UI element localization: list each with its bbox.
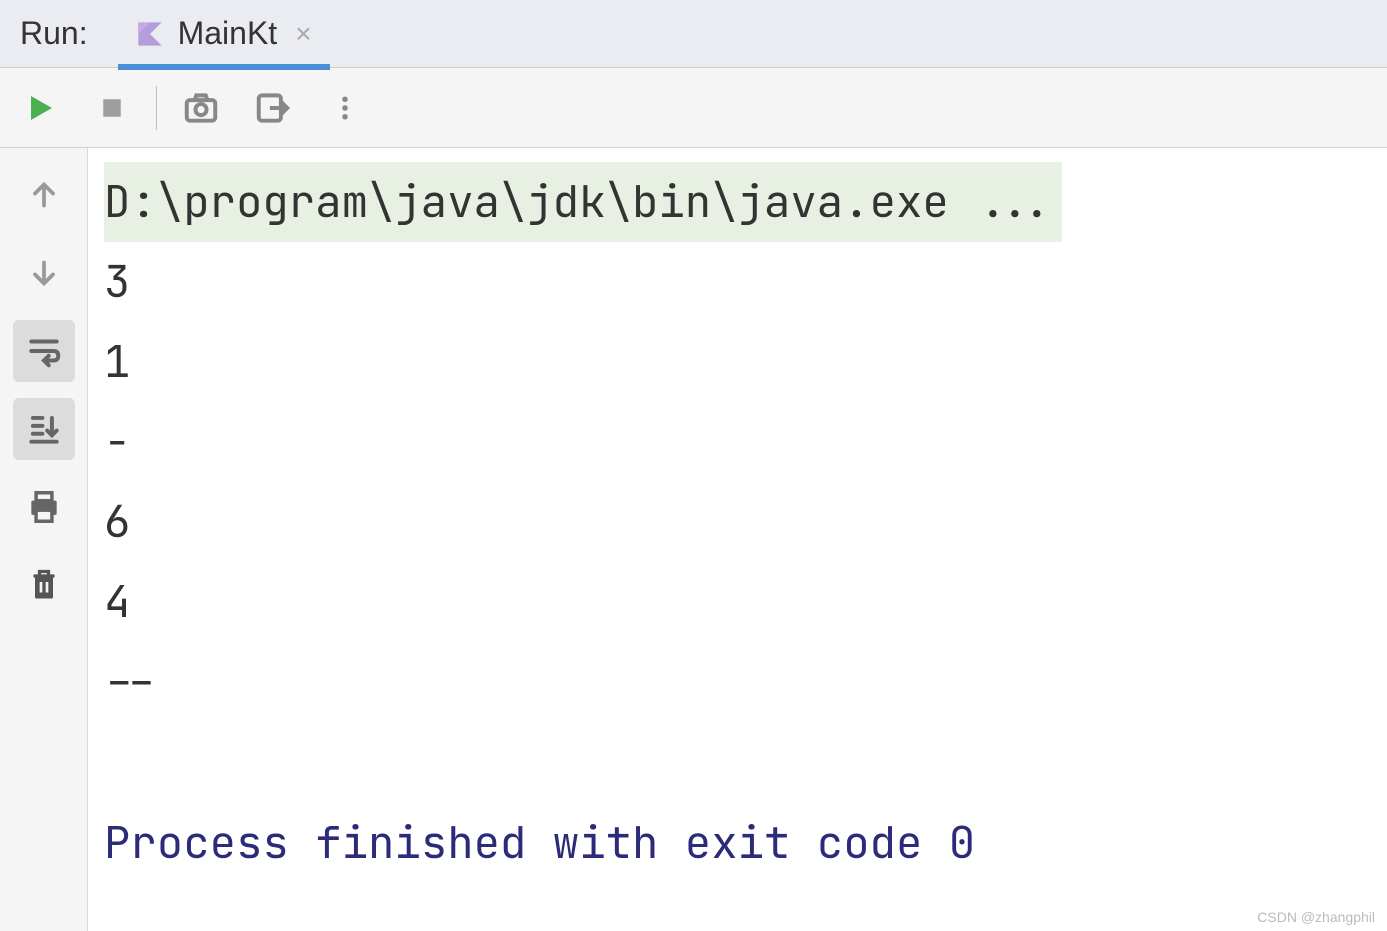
output-line: 6: [104, 493, 130, 551]
console-sidebar: [0, 148, 88, 931]
console-output[interactable]: D:\program\java\jdk\bin\java.exe ... 3 1…: [88, 148, 1387, 931]
run-label: Run:: [20, 15, 88, 52]
content-area: D:\program\java\jdk\bin\java.exe ... 3 1…: [0, 148, 1387, 931]
output-line: -: [104, 413, 130, 471]
tab-mainkt[interactable]: MainKt ×: [118, 3, 330, 70]
print-button[interactable]: [13, 476, 75, 538]
clear-button[interactable]: [13, 554, 75, 616]
command-line: D:\program\java\jdk\bin\java.exe ...: [104, 162, 1062, 242]
up-stack-button[interactable]: [13, 164, 75, 226]
stop-button[interactable]: [90, 86, 134, 130]
toolbar-divider: [156, 86, 157, 130]
soft-wrap-button[interactable]: [13, 320, 75, 382]
kotlin-icon: [136, 20, 164, 48]
run-header: Run: MainKt ×: [0, 0, 1387, 68]
screenshot-button[interactable]: [179, 86, 223, 130]
exit-message: Process finished with exit code 0: [104, 814, 975, 872]
rerun-button[interactable]: [18, 86, 62, 130]
output-line: 1: [104, 333, 130, 391]
output-line: 4: [104, 573, 130, 631]
tab-label: MainKt: [178, 15, 278, 52]
more-button[interactable]: [323, 86, 367, 130]
run-toolbar: [0, 68, 1387, 148]
exit-button[interactable]: [251, 86, 295, 130]
output-line: --: [104, 653, 157, 711]
output-line: 3: [104, 253, 130, 311]
watermark: CSDN @zhangphil: [1257, 909, 1375, 925]
close-icon[interactable]: ×: [295, 18, 311, 50]
down-stack-button[interactable]: [13, 242, 75, 304]
scroll-to-end-button[interactable]: [13, 398, 75, 460]
